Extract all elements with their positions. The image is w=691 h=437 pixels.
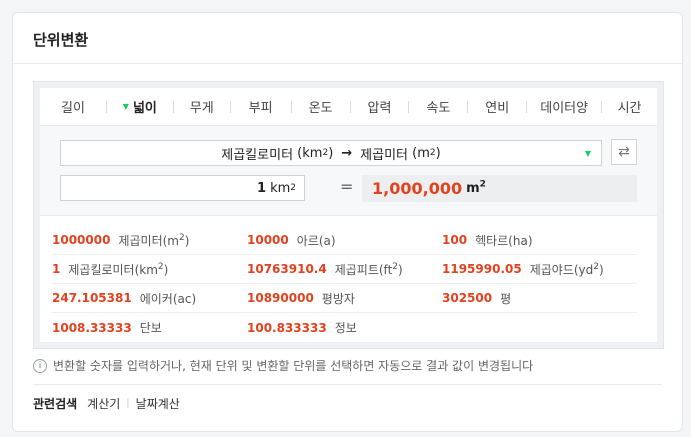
result-row: 1008.33333 단보 100.833333 정보 [52,313,637,342]
from-unit-name: 제곱킬로미터 [221,147,294,163]
result-cell: 302500 평 [442,290,637,307]
swap-units-button[interactable]: ⇄ [611,139,637,165]
result-cell-value: 302500 [442,291,493,305]
result-cell-value: 1000000 [52,233,111,247]
related-separator: | [126,398,130,409]
tab-4[interactable]: 온도 [292,88,350,126]
to-unit-symbol: m [417,145,430,161]
related-label: 관련검색 [33,397,78,411]
result-cell-value: 100 [442,233,468,247]
tab-label: 무게 [189,101,214,116]
tab-1[interactable]: ▼ 넓이 [107,88,173,126]
result-cell: 10763910.4 제곱피트(ft2) [247,261,442,278]
to-unit-name: 제곱미터 [360,147,409,163]
selector-area: 제곱킬로미터 (km 2) → 제곱미터 (m 2) ▼ ⇄ 1 km 2 = 1,0… [40,126,657,216]
result-row: 1 제곱킬로미터(km2) 10763910.4 제곱피트(ft2) 1195990.0… [52,255,637,284]
result-cell-unit: 평 [500,291,512,306]
unit-converter-card: 단위변환 길이 ▼ 넓이 무게 부피 온도 압력 속도 연비 데이터양 시간 제곱킬로미터 (km 2… [12,12,683,432]
input-unit: km [270,180,291,196]
convert-arrow-icon: → [341,145,353,161]
result-cell-value: 100.833333 [247,320,327,335]
info-note: i 변환할 숫자를 입력하거나, 현재 단위 및 변환할 단위를 선택하면 자동… [33,357,533,374]
result-cell: 1000000 제곱미터(m2) [52,232,247,249]
tab-label: 속도 [426,101,451,116]
active-tab-indicator-icon: ▼ [122,102,129,111]
result-cell-unit: 평방자 [321,291,355,306]
chevron-down-icon: ▼ [584,149,591,158]
tab-2[interactable]: 무게 [174,88,230,126]
tab-label: 데이터양 [540,101,589,116]
result-cell-value: 10000 [247,233,289,247]
input-value: 1 [257,180,267,196]
result-cell: 100 헥타르(ha) [442,232,637,249]
tab-label: 부피 [248,101,273,116]
tab-6[interactable]: 속도 [409,88,467,126]
result-cell-value: 10890000 [247,291,314,305]
result-cell-unit: 헥타르(ha) [475,233,533,248]
tab-0[interactable]: 길이 [40,88,106,126]
related-link-date-calc[interactable]: 날짜계산 [136,395,180,412]
result-cell: 1 제곱킬로미터(km2) [52,261,247,278]
result-cell-unit: 제곱미터(m2) [118,232,190,248]
result-cell-value: 1195990.05 [442,262,522,276]
result-cell: 1008.33333 단보 [52,319,247,336]
result-cell-unit: 정보 [334,321,357,335]
category-tabs: 길이 ▼ 넓이 무게 부피 온도 압력 속도 연비 데이터양 시간 [40,88,657,126]
equals-sign: = [340,177,354,196]
value-input[interactable]: 1 km 2 [60,175,305,201]
info-icon: i [33,358,47,373]
result-cell-unit: 제곱야드(yd2) [529,261,604,277]
tab-label: 온도 [308,101,333,116]
result-cell-unit: 에이커(ac) [139,291,197,306]
result-unit: m2 [466,179,486,196]
title-divider [13,63,682,64]
result-cell: 1195990.05 제곱야드(yd2) [442,261,637,278]
result-cell-unit: 제곱킬로미터(km2) [68,261,169,277]
related-link-calculator[interactable]: 계산기 [87,395,120,412]
tab-label: 연비 [485,101,510,116]
tab-3[interactable]: 부피 [231,88,291,126]
result-cell: 10000 아르(a) [247,232,442,249]
result-cell-unit: 단보 [139,321,162,335]
result-row: 247.105381 에이커(ac) 10890000 평방자 302500 평 [52,284,637,313]
swap-icon: ⇄ [618,144,630,160]
unit-pair-select[interactable]: 제곱킬로미터 (km 2) → 제곱미터 (m 2) ▼ [60,140,602,166]
result-cell: 247.105381 에이커(ac) [52,290,247,307]
result-value: 1,000,000 [372,179,463,198]
tab-7[interactable]: 연비 [468,88,526,126]
from-unit-symbol: km [302,145,323,161]
tab-label: 압력 [367,101,392,116]
tab-label: 시간 [617,101,642,116]
card-title: 단위변환 [33,31,89,49]
result-cell-value: 1 [52,262,61,276]
result-cell: 10890000 평방자 [247,290,442,307]
info-text: 변환할 숫자를 입력하거나, 현재 단위 및 변환할 단위를 선택하면 자동으로… [53,359,534,373]
footer-divider [33,384,662,385]
result-cell-value: 1008.33333 [52,320,132,335]
related-searches: 관련검색 계산기 | 날짜계산 [33,395,180,412]
results-grid: 1000000 제곱미터(m2) 10000 아르(a) 100 헥타르(ha) 1 제곱킬로… [52,226,637,342]
converter-inner: 길이 ▼ 넓이 무게 부피 온도 압력 속도 연비 데이터양 시간 제곱킬로미터 (km 2) → 제… [40,88,657,342]
result-display: 1,000,000 m2 [362,175,637,202]
result-cell-unit: 제곱피트(ft2) [334,261,403,277]
tab-label: 넓이 [132,101,157,116]
result-row: 1000000 제곱미터(m2) 10000 아르(a) 100 헥타르(ha) [52,226,637,255]
tab-8[interactable]: 데이터양 [527,88,601,126]
converter-panel: 길이 ▼ 넓이 무게 부피 온도 압력 속도 연비 데이터양 시간 제곱킬로미터 (km 2) → 제… [33,81,664,349]
result-cell: 100.833333 정보 [247,319,442,336]
result-cell-value: 10763910.4 [247,262,327,276]
tab-5[interactable]: 압력 [351,88,409,126]
result-cell-value: 247.105381 [52,291,132,305]
tab-label: 길이 [60,101,85,116]
result-cell-unit: 아르(a) [296,233,336,248]
tab-9[interactable]: 시간 [602,88,657,126]
